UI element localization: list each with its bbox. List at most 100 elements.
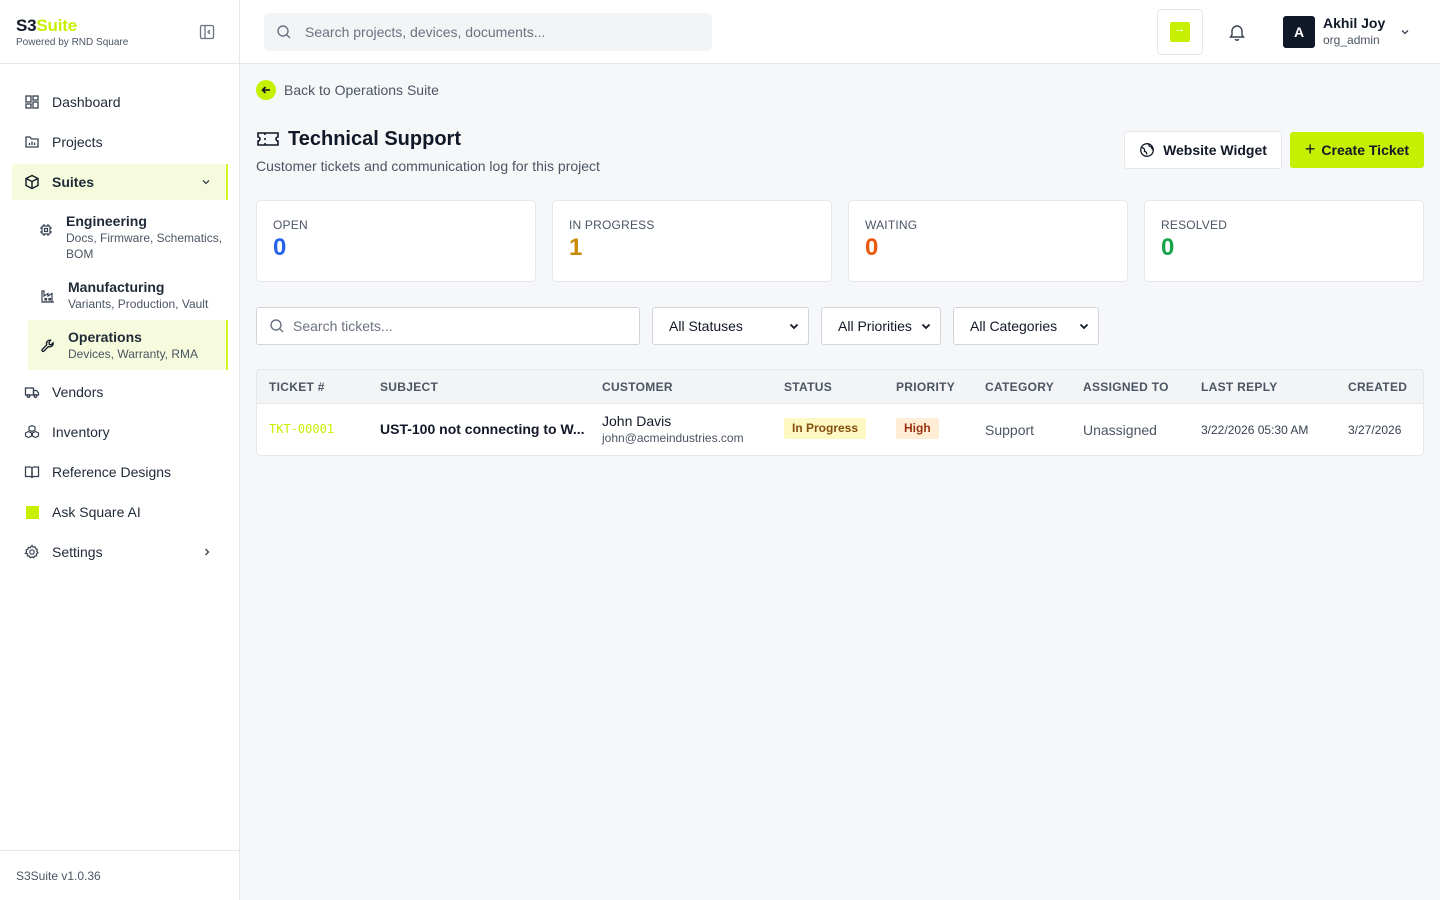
user-menu[interactable]: A Akhil Joy org_admin [1283, 15, 1411, 48]
ticket-assignee: Unassigned [1083, 422, 1157, 438]
column-header-priority[interactable]: PRIORITY [896, 380, 955, 394]
status-badge: In Progress [784, 418, 867, 439]
truck-icon [24, 387, 40, 398]
search-input[interactable] [305, 24, 685, 40]
sidebar: S3Suite Powered by RND Square Dashboard … [0, 0, 240, 900]
website-widget-button[interactable]: Website Widget [1124, 131, 1282, 169]
sidebar-item-ask-square-ai[interactable]: Ask Square AI [0, 492, 239, 532]
page-title: Technical Support [288, 127, 461, 150]
stat-value: 0 [273, 234, 287, 261]
ticket-category: Support [985, 422, 1035, 438]
sidebar-item-inventory[interactable]: Inventory [0, 412, 239, 452]
chevron-right-icon [205, 548, 210, 556]
user-role: org_admin [1323, 33, 1380, 47]
app-version: S3Suite v1.0.36 [0, 850, 239, 900]
brand-name-part2: Suite [36, 16, 77, 35]
plus-icon: + [1304, 138, 1316, 159]
suite-item-title: Operations [68, 329, 142, 345]
factory-icon [41, 290, 54, 303]
sidebar-item-label: Inventory [52, 424, 110, 440]
chevron-down-icon [789, 323, 799, 330]
column-header-category[interactable]: CATEGORY [985, 380, 1054, 394]
priority-badge: High [896, 418, 939, 439]
ticket-search[interactable] [256, 307, 640, 345]
ticket-customer: John Davis john@acmeindustries.com [602, 412, 744, 447]
status-filter-select[interactable]: All Statuses [652, 307, 809, 345]
sidebar-item-label: Projects [52, 134, 103, 150]
quick-action-button[interactable] [1157, 9, 1203, 55]
column-header-customer[interactable]: CUSTOMER [602, 380, 673, 394]
column-header-ticket[interactable]: TICKET # [269, 380, 325, 394]
arrow-left-icon [256, 80, 276, 100]
bell-icon[interactable] [1227, 22, 1247, 42]
page-subtitle: Customer tickets and communication log f… [256, 158, 600, 174]
lime-action-icon [1170, 22, 1190, 42]
suite-item-title: Manufacturing [68, 279, 165, 295]
tickets-table: TICKET # SUBJECT CUSTOMER STATUS PRIORIT… [256, 369, 1424, 456]
brand-subtitle: Powered by RND Square [16, 37, 129, 48]
user-name: Akhil Joy [1323, 15, 1386, 31]
create-ticket-button[interactable]: + Create Ticket [1290, 132, 1424, 168]
globe-icon [1140, 143, 1155, 157]
wrench-icon [41, 339, 54, 352]
sidebar-collapse-icon[interactable] [199, 24, 215, 40]
suite-item-title: Engineering [66, 213, 147, 229]
user-info: Akhil Joy org_admin [1323, 15, 1385, 48]
suite-item-operations[interactable]: Operations Devices, Warranty, RMA [28, 320, 228, 370]
sidebar-item-label: Vendors [52, 384, 104, 400]
category-filter-select[interactable]: All Categories [953, 307, 1099, 345]
column-header-assigned[interactable]: ASSIGNED TO [1083, 380, 1169, 394]
page-header: Technical Support [256, 127, 461, 151]
stat-label: OPEN [273, 218, 308, 232]
chevron-down-icon [202, 180, 210, 185]
suite-item-desc: Docs, Firmware, Schematics, BOM [66, 231, 223, 261]
table-row[interactable]: TKT-00001 UST-100 not connecting to W...… [257, 404, 1423, 455]
book-icon [24, 466, 40, 479]
ticket-stats: OPEN 0 IN PROGRESS 1 WAITING 0 RESOLVED … [256, 200, 1424, 282]
column-header-subject[interactable]: SUBJECT [380, 380, 438, 394]
ticket-subject[interactable]: UST-100 not connecting to W... [380, 421, 585, 437]
ticket-id-link[interactable]: TKT-00001 [269, 422, 334, 436]
website-widget-label: Website Widget [1163, 142, 1267, 158]
back-link-label: Back to Operations Suite [284, 82, 439, 98]
priority-filter-select[interactable]: All Priorities [821, 307, 941, 345]
status-filter-value: All Statuses [669, 318, 743, 334]
suite-item-manufacturing[interactable]: Manufacturing Variants, Production, Vaul… [28, 270, 228, 320]
customer-email: john@acmeindustries.com [602, 431, 744, 445]
column-header-status[interactable]: STATUS [784, 380, 832, 394]
stat-value: 0 [1161, 234, 1175, 261]
sidebar-item-label: Ask Square AI [52, 504, 141, 520]
create-ticket-label: Create Ticket [1321, 142, 1410, 158]
global-search[interactable] [264, 13, 712, 51]
gear-icon [24, 544, 39, 559]
chevron-down-icon [1401, 29, 1409, 34]
sidebar-item-dashboard[interactable]: Dashboard [0, 82, 239, 122]
suite-item-text: Engineering Docs, Firmware, Schematics, … [66, 212, 228, 262]
stat-card-waiting: WAITING 0 [848, 200, 1128, 282]
sidebar-item-settings[interactable]: Settings [0, 532, 239, 572]
topbar: A Akhil Joy org_admin [240, 0, 1440, 64]
suite-item-engineering[interactable]: Engineering Docs, Firmware, Schematics, … [28, 204, 228, 270]
chevron-down-icon [921, 323, 931, 330]
ticket-search-input[interactable] [293, 318, 623, 334]
search-icon [277, 25, 291, 39]
column-header-last-reply[interactable]: LAST REPLY [1201, 380, 1278, 394]
suite-item-text: Manufacturing Variants, Production, Vaul… [68, 278, 208, 312]
avatar: A [1283, 15, 1315, 48]
stat-label: IN PROGRESS [569, 218, 655, 232]
suite-item-text: Operations Devices, Warranty, RMA [68, 328, 198, 362]
sidebar-item-reference-designs[interactable]: Reference Designs [0, 452, 239, 492]
sidebar-item-label: Reference Designs [52, 464, 172, 480]
back-link[interactable]: Back to Operations Suite [256, 80, 439, 100]
lime-square-icon [24, 504, 40, 520]
ticket-last-reply: 3/22/2026 05:30 AM [1201, 423, 1309, 437]
sidebar-item-projects[interactable]: Projects [0, 122, 239, 162]
sidebar-item-vendors[interactable]: Vendors [0, 372, 239, 412]
column-header-created[interactable]: CREATED [1348, 380, 1407, 394]
grid-icon [25, 95, 39, 109]
sidebar-nav: Dashboard Projects Suites Engineering Do… [0, 64, 239, 572]
ticket-icon [257, 132, 279, 146]
brand-logo[interactable]: S3Suite [16, 16, 223, 36]
ticket-created: 3/27/2026 [1348, 423, 1402, 437]
sidebar-item-suites[interactable]: Suites [12, 164, 228, 200]
